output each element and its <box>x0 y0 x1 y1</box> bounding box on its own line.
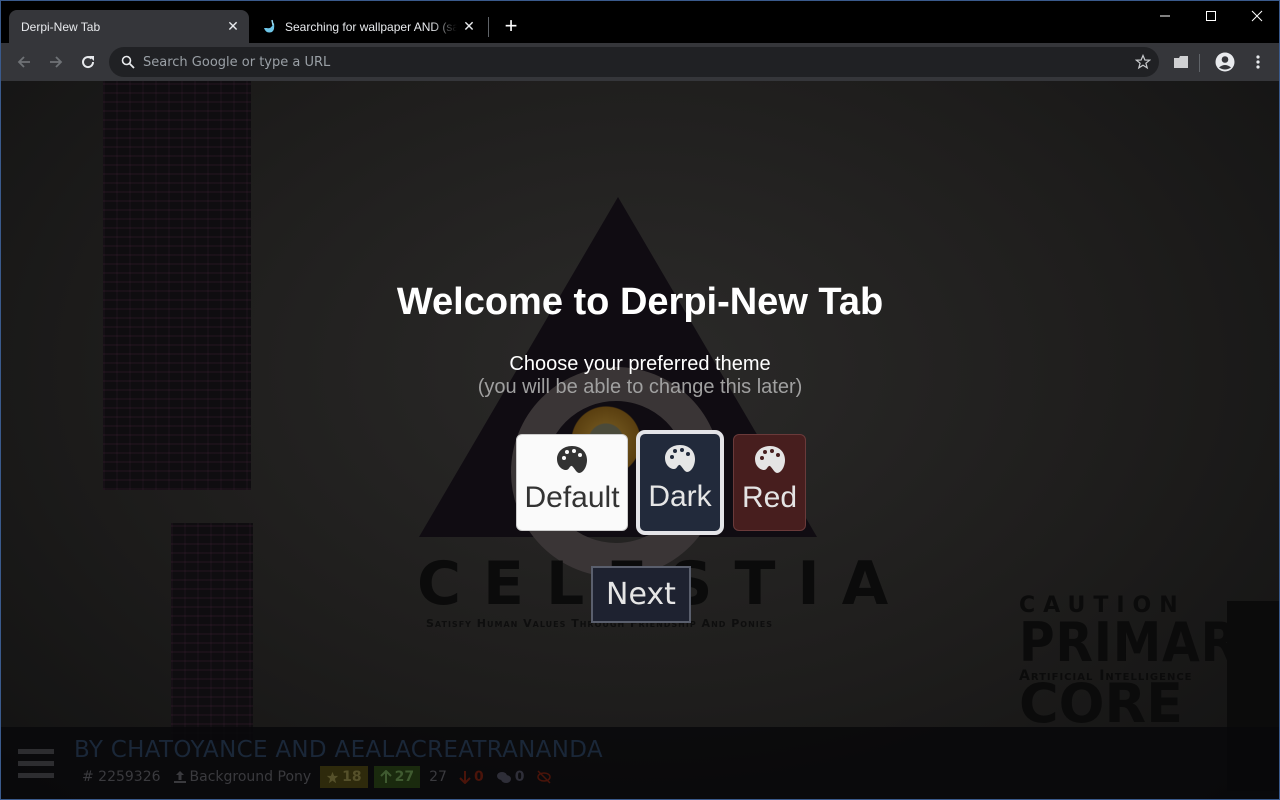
theme-label: Dark <box>648 480 712 513</box>
hamburger-menu-icon[interactable] <box>18 749 54 779</box>
kebab-menu-icon <box>1256 55 1260 69</box>
minimize-icon <box>1160 15 1170 17</box>
welcome-title: Welcome to Derpi-New Tab <box>396 281 884 323</box>
artist-credit-link[interactable]: BY CHATOYANCE AND AEALACREATRANANDA <box>74 737 603 763</box>
tab-search-wallpaper[interactable]: Searching for wallpaper AND (safe ✕ <box>253 10 485 43</box>
derpibooru-favicon-icon <box>264 19 275 32</box>
theme-label: Default <box>524 481 620 514</box>
arrow-left-icon <box>17 56 30 68</box>
toolbar <box>1 43 1279 81</box>
back-button[interactable] <box>10 48 38 76</box>
arrow-right-icon <box>50 56 63 68</box>
tab-strip: Derpi-New Tab ✕ Searching for wallpaper … <box>1 1 1279 43</box>
reload-button[interactable] <box>74 48 102 76</box>
extension-button[interactable] <box>1167 48 1195 76</box>
next-button[interactable]: Next <box>591 566 691 623</box>
upvote-value: 27 <box>394 769 415 785</box>
arrow-up-icon <box>379 770 392 783</box>
eye-slash-icon <box>537 770 552 784</box>
menu-button[interactable] <box>1244 48 1272 76</box>
close-icon <box>1251 10 1263 22</box>
image-meta: # 2259326 Background Pony 18 27 27 0 0 <box>79 766 555 788</box>
tab-close-icon[interactable]: ✕ <box>221 18 245 35</box>
star-icon <box>326 771 339 783</box>
search-icon <box>121 55 135 69</box>
image-id[interactable]: # 2259326 <box>79 766 164 788</box>
close-window-button[interactable] <box>1234 1 1280 31</box>
account-icon <box>1215 52 1235 72</box>
minimize-button[interactable] <box>1142 1 1188 31</box>
comment-value: 0 <box>514 769 525 785</box>
forward-button[interactable] <box>42 48 70 76</box>
tab-close-icon[interactable]: ✕ <box>457 18 481 35</box>
omnibox-input[interactable] <box>143 54 1159 70</box>
reload-icon <box>82 56 95 69</box>
tab-title: Derpi-New Tab <box>21 19 101 34</box>
uploader-name: Background Pony <box>189 769 312 785</box>
toolbar-separator <box>1199 54 1200 72</box>
folder-extension-icon <box>1174 56 1188 68</box>
upload-icon <box>173 771 186 783</box>
fave-value: 18 <box>342 769 362 785</box>
image-info-bar: BY CHATOYANCE AND AEALACREATRANANDA # 22… <box>1 727 1279 799</box>
comment-count[interactable]: 0 <box>493 766 528 788</box>
arrow-down-icon <box>459 771 471 784</box>
theme-red-button[interactable]: Red <box>733 434 806 531</box>
maximize-button[interactable] <box>1188 1 1234 31</box>
downvote-count[interactable]: 0 <box>456 766 487 788</box>
theme-prompt: Choose your preferred theme <box>509 353 771 375</box>
profile-button[interactable] <box>1211 48 1239 76</box>
tab-separator <box>488 17 489 37</box>
theme-label: Red <box>741 481 798 514</box>
score: 27 <box>429 769 447 785</box>
browser-window: Derpi-New Tab ✕ Searching for wallpaper … <box>0 0 1280 800</box>
theme-note: (you will be able to change this later) <box>477 376 803 398</box>
new-tab-button[interactable]: + <box>499 14 523 38</box>
theme-default-button[interactable]: Default <box>516 434 628 531</box>
downvote-value: 0 <box>473 769 484 785</box>
address-bar[interactable] <box>109 47 1159 77</box>
palette-icon <box>665 445 695 472</box>
tab-title: Searching for wallpaper AND (safe <box>285 19 457 34</box>
fave-count[interactable]: 18 <box>320 766 368 788</box>
maximize-icon <box>1206 11 1216 21</box>
palette-icon <box>754 446 785 473</box>
star-icon[interactable] <box>1135 54 1151 70</box>
upvote-count[interactable]: 27 <box>373 766 421 788</box>
wallpaper-circuit-panel <box>171 523 253 743</box>
theme-dark-button[interactable]: Dark <box>636 430 724 535</box>
hide-button[interactable] <box>533 766 555 788</box>
new-tab-page: CELESTIA Satisfy Human Values Through Fr… <box>1 81 1279 799</box>
tab-derpi-new-tab[interactable]: Derpi-New Tab ✕ <box>9 10 249 43</box>
uploader: Background Pony <box>170 766 315 788</box>
comments-icon <box>496 772 511 783</box>
palette-icon <box>557 446 587 473</box>
